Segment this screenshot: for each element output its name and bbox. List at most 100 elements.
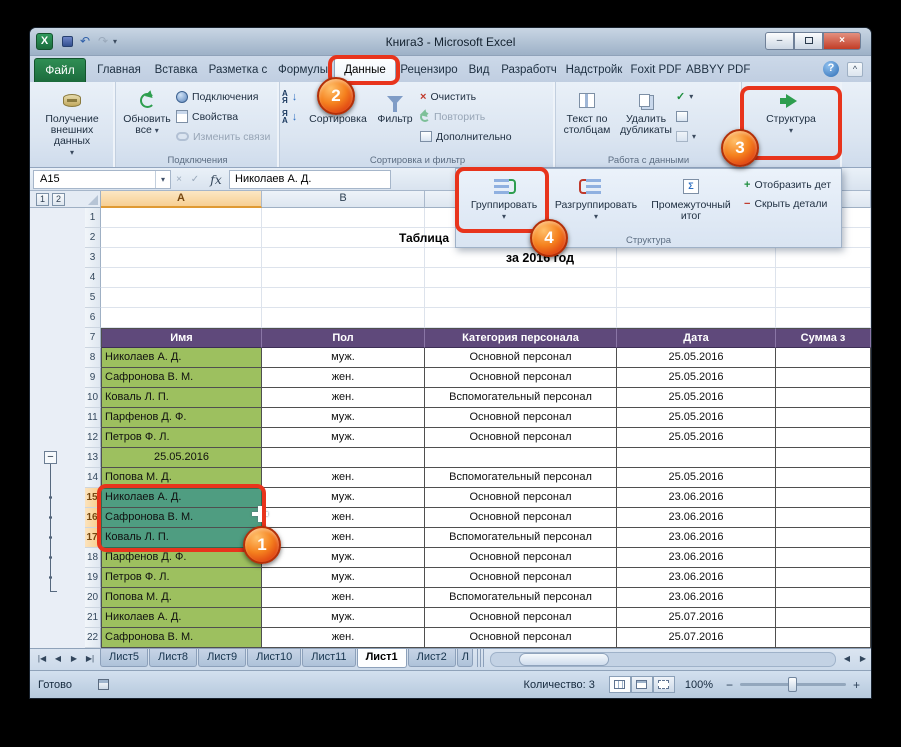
- outline-level-2-button[interactable]: 2: [52, 193, 65, 206]
- first-sheet-icon[interactable]: |◀: [34, 649, 50, 669]
- cell-D3[interactable]: [617, 248, 776, 268]
- row-header-19[interactable]: 19: [85, 568, 101, 588]
- undo-button[interactable]: ↶: [76, 33, 94, 51]
- cell-B19[interactable]: муж.: [262, 568, 425, 588]
- cell-C16[interactable]: Основной персонал: [425, 508, 617, 528]
- macro-record-icon[interactable]: [98, 679, 109, 690]
- remove-duplicates-button[interactable]: Удалить дубликаты: [616, 84, 676, 153]
- cell-C12[interactable]: Основной персонал: [425, 428, 617, 448]
- cell-C15[interactable]: Основной персонал: [425, 488, 617, 508]
- cell-E14[interactable]: [776, 468, 871, 488]
- row-header-2[interactable]: 2: [85, 228, 101, 248]
- ribbon-tab-4[interactable]: Формулы: [272, 58, 334, 82]
- cell-D14[interactable]: 25.05.2016: [617, 468, 776, 488]
- reapply-button[interactable]: Повторить: [420, 108, 548, 125]
- row-header-17[interactable]: 17: [85, 528, 101, 548]
- close-button[interactable]: ×: [823, 32, 861, 50]
- cell-B11[interactable]: муж.: [262, 408, 425, 428]
- cell-E5[interactable]: [776, 288, 871, 308]
- sheet-tab-Лист10[interactable]: Лист10: [247, 649, 301, 667]
- cell-B6[interactable]: [262, 308, 425, 328]
- scroll-right-icon[interactable]: ▶: [855, 649, 871, 669]
- data-validation-button[interactable]: ✓▾: [676, 88, 720, 105]
- cell-D21[interactable]: 25.07.2016: [617, 608, 776, 628]
- sheet-tab-Лист9[interactable]: Лист9: [198, 649, 246, 667]
- cell-B4[interactable]: [262, 268, 425, 288]
- sort-za-button[interactable]: ЯА↓: [282, 108, 306, 125]
- row-header-16[interactable]: 16: [85, 508, 101, 528]
- subtotal-button[interactable]: Σ Промежуточный итог: [644, 171, 738, 233]
- cell-C19[interactable]: Основной персонал: [425, 568, 617, 588]
- cell-A21[interactable]: Николаев А. Д.: [101, 608, 262, 628]
- horizontal-scrollbar[interactable]: [490, 652, 836, 667]
- edit-links-button[interactable]: Изменить связи: [176, 128, 270, 145]
- row-header-6[interactable]: 6: [85, 308, 101, 328]
- next-sheet-icon[interactable]: ▶: [66, 649, 82, 669]
- cell-D16[interactable]: 23.06.2016: [617, 508, 776, 528]
- cell-B10[interactable]: жен.: [262, 388, 425, 408]
- ribbon-tab-10[interactable]: Foxit PDF: [626, 58, 686, 82]
- ribbon-tab-8[interactable]: Разработч: [496, 58, 562, 82]
- outline-level-1-button[interactable]: 1: [36, 193, 49, 206]
- row-header-3[interactable]: 3: [85, 248, 101, 268]
- name-box[interactable]: A15 ▾: [33, 170, 171, 189]
- cell-C7[interactable]: Категория персонала: [425, 328, 617, 348]
- zoom-slider-thumb[interactable]: [788, 677, 797, 692]
- cell-C14[interactable]: Вспомогательный персонал: [425, 468, 617, 488]
- cell-A9[interactable]: Сафронова В. М.: [101, 368, 262, 388]
- horizontal-scrollbar-thumb[interactable]: [519, 653, 609, 666]
- page-layout-view-button[interactable]: [631, 676, 653, 693]
- row-header-12[interactable]: 12: [85, 428, 101, 448]
- column-header-A[interactable]: A: [101, 191, 262, 208]
- cell-A17[interactable]: Коваль Л. П.: [101, 528, 262, 548]
- outline-collapse-button[interactable]: −: [44, 451, 57, 464]
- cell-C5[interactable]: [425, 288, 617, 308]
- refresh-all-button[interactable]: Обновить все ▾: [118, 84, 176, 153]
- cell-C4[interactable]: [425, 268, 617, 288]
- cell-E22[interactable]: [776, 628, 871, 648]
- cell-D5[interactable]: [617, 288, 776, 308]
- row-header-14[interactable]: 14: [85, 468, 101, 488]
- cell-B1[interactable]: [262, 208, 425, 228]
- cell-D19[interactable]: 23.06.2016: [617, 568, 776, 588]
- row-header-21[interactable]: 21: [85, 608, 101, 628]
- formula-input[interactable]: Николаев А. Д.: [229, 170, 391, 189]
- row-header-15[interactable]: 15: [85, 488, 101, 508]
- zoom-out-button[interactable]: −: [723, 678, 736, 692]
- sheet-tab-Лист11[interactable]: Лист11: [302, 649, 355, 667]
- cell-C6[interactable]: [425, 308, 617, 328]
- ribbon-tab-2[interactable]: Вставка: [148, 58, 204, 82]
- sheet-tab-Л[interactable]: Л: [457, 649, 473, 667]
- cell-D15[interactable]: 23.06.2016: [617, 488, 776, 508]
- cell-A3[interactable]: [101, 248, 262, 268]
- cell-A4[interactable]: [101, 268, 262, 288]
- ribbon-tab-11[interactable]: ABBYY PDF: [686, 58, 750, 82]
- cell-A16[interactable]: Сафронова В. М.: [101, 508, 262, 528]
- cell-A14[interactable]: Попова М. Д.: [101, 468, 262, 488]
- insert-function-button[interactable]: fx: [203, 172, 229, 187]
- cell-D4[interactable]: [617, 268, 776, 288]
- get-external-data-button[interactable]: Получение внешних данных ▾: [32, 84, 112, 158]
- cell-A20[interactable]: Попова М. Д.: [101, 588, 262, 608]
- ribbon-tab-7[interactable]: Вид: [462, 58, 496, 82]
- cell-B15[interactable]: муж.: [262, 488, 425, 508]
- show-details-button[interactable]: +Отобразить дет: [744, 177, 831, 192]
- cell-D17[interactable]: 23.06.2016: [617, 528, 776, 548]
- row-header-10[interactable]: 10: [85, 388, 101, 408]
- cell-B16[interactable]: жен.: [262, 508, 425, 528]
- cell-C17[interactable]: Вспомогательный персонал: [425, 528, 617, 548]
- cell-A2[interactable]: [101, 228, 262, 248]
- cell-E11[interactable]: [776, 408, 871, 428]
- cell-D8[interactable]: 25.05.2016: [617, 348, 776, 368]
- cell-E3[interactable]: [776, 248, 871, 268]
- what-if-analysis-button[interactable]: ▾: [676, 128, 720, 145]
- row-header-7[interactable]: 7: [85, 328, 101, 348]
- cell-C10[interactable]: Вспомогательный персонал: [425, 388, 617, 408]
- ribbon-tab-6[interactable]: Рецензиро: [396, 58, 462, 82]
- cell-A11[interactable]: Парфенов Д. Ф.: [101, 408, 262, 428]
- row-header-4[interactable]: 4: [85, 268, 101, 288]
- cell-A6[interactable]: [101, 308, 262, 328]
- cell-A7[interactable]: Имя: [101, 328, 262, 348]
- cell-E7[interactable]: Сумма з: [776, 328, 871, 348]
- qat-customize-icon[interactable]: ▾: [113, 37, 117, 46]
